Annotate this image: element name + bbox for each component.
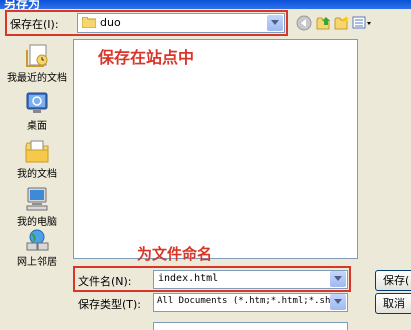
annotation-name-file: 为文件命名 — [137, 245, 213, 263]
desktop-icon — [26, 92, 48, 113]
up-folder-icon[interactable] — [316, 15, 332, 31]
place-recent-documents[interactable]: 我最近的文档 — [2, 42, 72, 90]
network-places-icon — [26, 229, 49, 251]
place-label: 桌面 — [27, 121, 47, 132]
new-folder-icon[interactable] — [334, 15, 350, 31]
place-label: 我的文档 — [17, 169, 57, 180]
save-as-dialog: 另存为 保存在(I): duo 我最近的文档 桌面 我的文档 我的电脑 网上邻居… — [0, 0, 411, 330]
save-type-value: All Documents (*.htm;*.html;*.shtm;*. — [157, 296, 348, 306]
save-button[interactable]: 保存( — [375, 270, 411, 291]
highlight-box-save-in — [5, 10, 288, 36]
title-bar[interactable]: 另存为 — [0, 0, 411, 9]
place-label: 网上邻居 — [17, 257, 57, 268]
my-computer-icon — [26, 187, 48, 211]
annotation-save-in-site: 保存在站点中 — [98, 48, 195, 67]
place-label: 我最近的文档 — [7, 73, 67, 84]
my-documents-icon — [25, 140, 49, 163]
chevron-down-icon — [334, 299, 342, 304]
view-menu-icon[interactable] — [352, 15, 372, 31]
place-network[interactable]: 网上邻居 — [2, 228, 72, 276]
place-desktop[interactable]: 桌面 — [2, 90, 72, 138]
place-my-documents[interactable]: 我的文档 — [2, 138, 72, 186]
place-label: 我的电脑 — [17, 217, 57, 228]
places-bar: 我最近的文档 桌面 我的文档 我的电脑 网上邻居 — [2, 40, 72, 268]
encoding-dropdown[interactable] — [153, 322, 348, 330]
cancel-button[interactable]: 取消 — [375, 293, 411, 314]
recent-documents-icon — [26, 44, 48, 67]
place-my-computer[interactable]: 我的电脑 — [2, 186, 72, 234]
save-type-label: 保存类型(T): — [78, 298, 142, 311]
back-icon[interactable] — [296, 15, 312, 31]
highlight-box-file-name — [73, 266, 351, 292]
save-type-dropdown-arrow[interactable] — [330, 294, 346, 310]
file-list[interactable] — [73, 39, 358, 259]
save-type-dropdown[interactable]: All Documents (*.htm;*.html;*.shtm;*. — [153, 293, 348, 312]
window-title: 另存为 — [4, 0, 41, 9]
